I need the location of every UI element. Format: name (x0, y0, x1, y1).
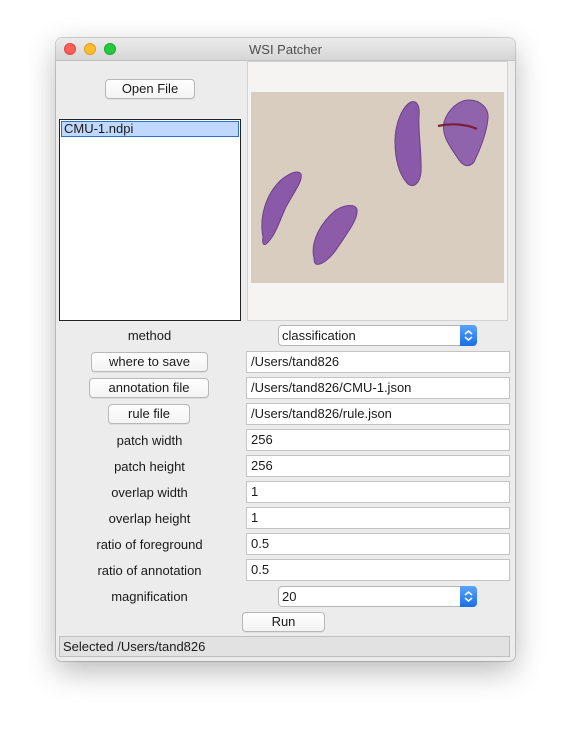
status-bar: Selected /Users/tand826 (59, 636, 510, 657)
overlap-width-field[interactable]: 1 (246, 481, 510, 503)
method-select[interactable]: classification (278, 325, 477, 346)
open-file-button[interactable]: Open File (105, 79, 195, 99)
overlap-height-field[interactable]: 1 (246, 507, 510, 529)
rule-path-field[interactable]: /Users/tand826/rule.json (246, 403, 510, 425)
method-label: method (127, 328, 172, 343)
overlap-height-label: overlap height (108, 511, 191, 526)
dropdown-arrow-icon[interactable] (460, 325, 477, 346)
patch-width-field[interactable]: 256 (246, 429, 510, 451)
overlap-width-label: overlap width (111, 485, 188, 500)
patch-height-field[interactable]: 256 (246, 455, 510, 477)
magnification-select[interactable]: 20 (278, 586, 477, 607)
tissue-sections (261, 99, 489, 265)
save-path-field[interactable]: /Users/tand826 (246, 351, 510, 373)
title-bar: WSI Patcher (56, 38, 515, 61)
magnification-selected-value: 20 (282, 589, 297, 604)
ratio-foreground-field[interactable]: 0.5 (246, 533, 510, 555)
annotation-path-field[interactable]: /Users/tand826/CMU-1.json (246, 377, 510, 399)
magnification-label: magnification (111, 589, 188, 604)
file-list-item[interactable]: CMU-1.ndpi (61, 121, 239, 137)
slide-image (251, 92, 504, 283)
slide-thumbnail-preview (247, 61, 508, 321)
patch-width-label: patch width (116, 433, 183, 448)
rule-file-button[interactable]: rule file (108, 404, 190, 424)
ratio-foreground-label: ratio of foreground (96, 537, 203, 552)
app-window: WSI Patcher Open File CMU-1.ndpi method … (56, 38, 515, 661)
ratio-annotation-field[interactable]: 0.5 (246, 559, 510, 581)
where-to-save-button[interactable]: where to save (91, 352, 208, 372)
file-list[interactable]: CMU-1.ndpi (59, 119, 241, 321)
method-selected-value: classification (282, 328, 356, 343)
ratio-annotation-label: ratio of annotation (97, 563, 202, 578)
patch-height-label: patch height (114, 459, 185, 474)
window-title: WSI Patcher (249, 42, 322, 57)
annotation-file-button[interactable]: annotation file (89, 378, 209, 398)
dropdown-arrow-icon[interactable] (460, 586, 477, 607)
run-button[interactable]: Run (242, 612, 325, 632)
